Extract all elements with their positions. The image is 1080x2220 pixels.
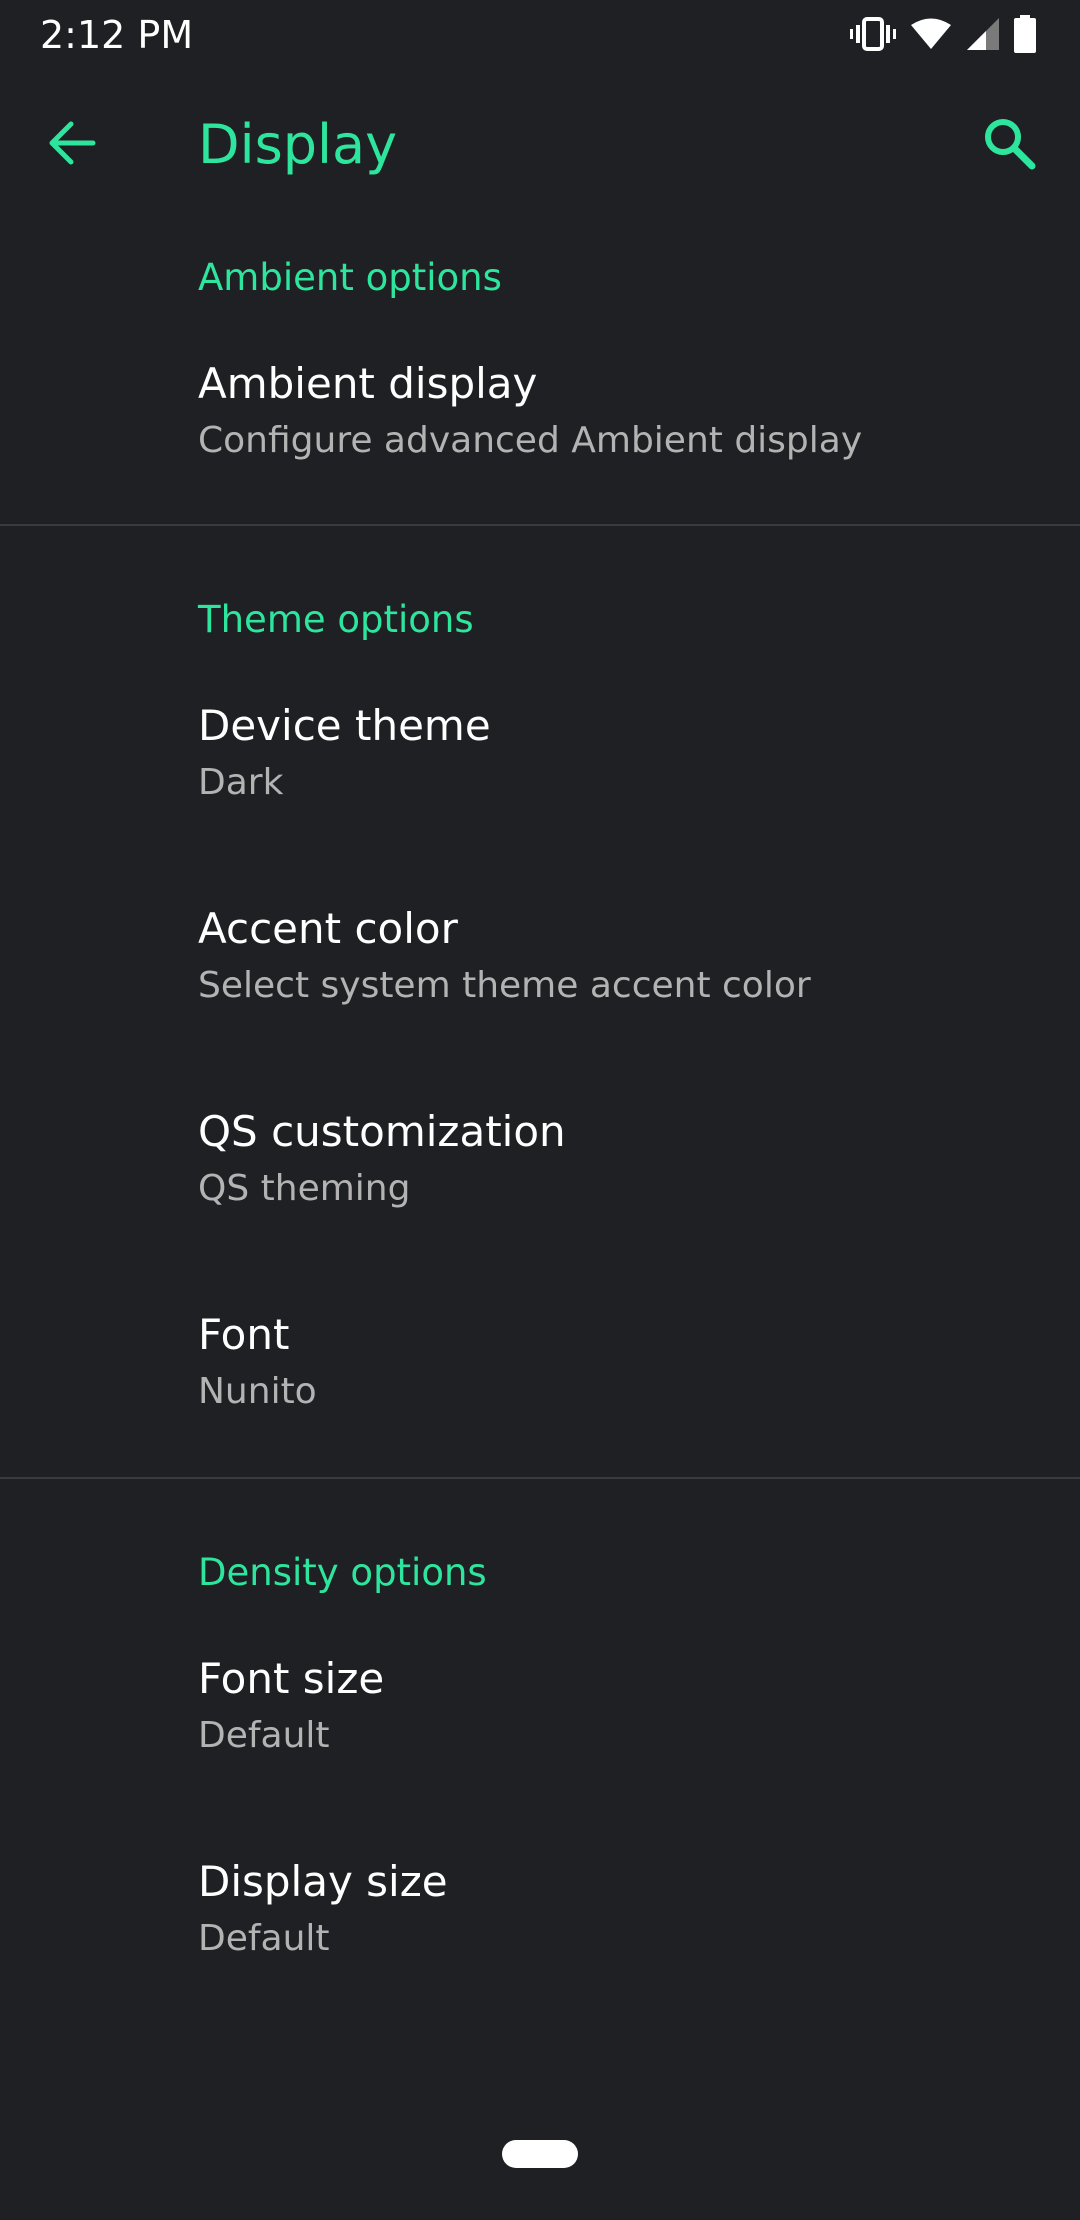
pref-summary: QS theming	[198, 1168, 411, 1209]
section-header: Density options	[198, 1551, 487, 1594]
section-theme-options: Theme options Device theme Dark Accent c…	[0, 526, 1080, 1477]
pref-title: Display size	[198, 1857, 448, 1906]
section-ambient-options: Ambient options Ambient display Configur…	[0, 230, 1080, 524]
pref-summary: Default	[198, 1715, 330, 1756]
toolbar: Display	[0, 88, 1080, 202]
pref-title: Ambient display	[198, 359, 538, 408]
status-icons	[850, 12, 1036, 56]
cell-signal-icon	[966, 17, 1000, 51]
pref-title: Font size	[198, 1654, 385, 1703]
status-bar: 2:12 PM	[0, 0, 1080, 70]
pref-summary: Configure advanced Ambient display	[198, 420, 863, 461]
wifi-icon	[910, 18, 952, 50]
pref-summary: Nunito	[198, 1371, 317, 1412]
pref-title: Device theme	[198, 701, 491, 750]
preferences-list: Ambient options Ambient display Configur…	[0, 230, 1080, 2027]
section-density-options: Density options Font size Default Displa…	[0, 1479, 1080, 2027]
status-time: 2:12 PM	[40, 13, 194, 57]
pref-title: Accent color	[198, 904, 458, 953]
search-button[interactable]	[974, 112, 1044, 178]
pref-qs-customization[interactable]: QS customization QS theming	[0, 1074, 1080, 1277]
pref-accent-color[interactable]: Accent color Select system theme accent …	[0, 871, 1080, 1074]
section-header: Theme options	[198, 598, 474, 641]
back-button[interactable]	[40, 113, 104, 177]
pref-device-theme[interactable]: Device theme Dark	[0, 668, 1080, 871]
page-title: Display	[198, 113, 398, 176]
pref-ambient-display[interactable]: Ambient display Configure advanced Ambie…	[0, 326, 1080, 524]
pref-font[interactable]: Font Nunito	[0, 1277, 1080, 1477]
search-icon	[982, 116, 1036, 174]
gesture-nav-handle[interactable]	[502, 2140, 578, 2168]
arrow-left-icon	[47, 120, 97, 170]
pref-summary: Dark	[198, 762, 284, 803]
pref-summary: Select system theme accent color	[198, 965, 811, 1006]
pref-display-size[interactable]: Display size Default	[0, 1824, 1080, 2027]
vibrate-icon	[850, 16, 896, 52]
pref-title: Font	[198, 1310, 290, 1359]
pref-summary: Default	[198, 1918, 330, 1959]
battery-icon	[1014, 15, 1036, 53]
pref-font-size[interactable]: Font size Default	[0, 1621, 1080, 1824]
pref-title: QS customization	[198, 1107, 566, 1156]
section-header: Ambient options	[198, 256, 502, 299]
